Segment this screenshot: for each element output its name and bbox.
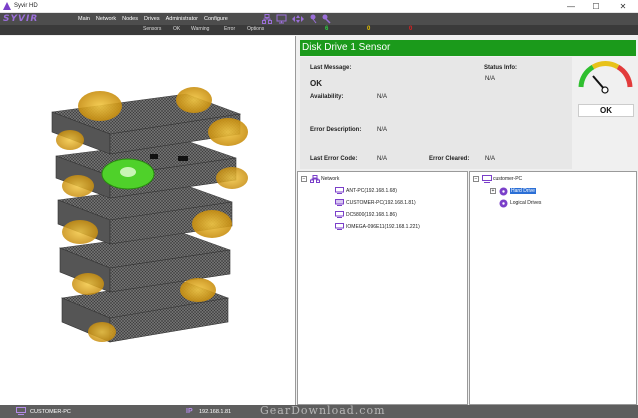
app-logo-icon xyxy=(3,2,11,10)
tree-label-node: CUSTOMER-PC(192.168.1.81) xyxy=(346,199,416,206)
tree-label-hard-drive: Hard Drive xyxy=(510,187,536,194)
tree-label-node: IOMEGA-096E11(192.168.1.221) xyxy=(346,223,420,230)
watermark-text: GearDownload.com xyxy=(260,404,386,417)
tab-sensors[interactable]: Sensors xyxy=(143,26,161,32)
ok-count: 6 xyxy=(325,26,329,32)
availability-value: N/A xyxy=(377,94,388,100)
collapse-toggle[interactable]: − xyxy=(473,175,479,182)
rack-chip xyxy=(178,156,188,161)
tree-item-logical-drives[interactable]: Logical Drives xyxy=(499,199,542,208)
warning-count: 0 xyxy=(367,26,371,32)
selected-drive-highlight[interactable] xyxy=(101,158,155,190)
title-bar: Syvir HD — ☐ ✕ xyxy=(0,0,638,13)
network-tool-icon[interactable] xyxy=(262,14,272,24)
tree-item-hard-drive[interactable]: + Hard Drive xyxy=(490,187,536,196)
network-tree-panel: − Network ANT-PC(192.168.1.68) CUSTOMER-… xyxy=(297,171,468,405)
computer-icon xyxy=(482,175,492,183)
sensor-title: Disk Drive 1 Sensor xyxy=(300,40,636,56)
sensor-filter-bar: Sensors OK Warning Error Options 6 0 0 xyxy=(0,25,638,35)
error-cleared-label: Error Cleared: xyxy=(429,156,470,162)
menu-drives[interactable]: Drives xyxy=(144,16,160,22)
computer-icon xyxy=(335,187,344,194)
error-count: 0 xyxy=(409,26,413,32)
gauge-status-label: OK xyxy=(578,104,634,117)
window-title: Syvir HD xyxy=(14,3,38,9)
tree-label-computer: customer-PC xyxy=(493,175,523,182)
last-message-value: OK xyxy=(310,79,322,88)
status-computer-name: CUSTOMER-PC xyxy=(30,408,71,415)
status-gauge xyxy=(578,61,633,94)
server-rack-3d-view[interactable] xyxy=(0,36,296,405)
brand-logo-text: SYVIR xyxy=(3,14,39,24)
tab-error[interactable]: Error xyxy=(224,26,235,32)
server-rack-illustration xyxy=(51,87,248,343)
minimize-button[interactable]: — xyxy=(560,0,582,12)
menu-administrator[interactable]: Administrator xyxy=(166,16,198,22)
last-error-code-label: Last Error Code: xyxy=(310,156,358,162)
menu-configure[interactable]: Configure xyxy=(204,16,228,22)
tree-label-node: DC5800(192.168.1.86) xyxy=(346,211,397,218)
status-info-label: Status Info: xyxy=(484,65,517,71)
rack-chip xyxy=(150,154,158,159)
tree-node-iomega[interactable]: IOMEGA-096E11(192.168.1.221) xyxy=(335,223,420,230)
ip-label-icon: IP xyxy=(186,408,193,415)
tree-label-network: Network xyxy=(321,175,340,182)
expand-toggle[interactable]: + xyxy=(490,187,496,194)
toolbar-icons xyxy=(262,13,331,25)
brand-logo: SYVIR xyxy=(0,13,62,25)
network-icon xyxy=(310,175,320,183)
wrench-tool-icon[interactable] xyxy=(322,14,331,24)
tree-node-customer-pc[interactable]: CUSTOMER-PC(192.168.1.81) xyxy=(335,199,416,206)
collapse-toggle[interactable]: − xyxy=(301,175,307,182)
tree-row-customer-pc[interactable]: − customer-PC xyxy=(473,175,523,183)
error-description-value: N/A xyxy=(377,127,388,133)
tab-options[interactable]: Options xyxy=(247,26,264,32)
computer-status-icon xyxy=(16,406,26,417)
status-info-value: N/A xyxy=(485,76,496,82)
error-description-label: Error Description: xyxy=(310,127,362,133)
availability-label: Availability: xyxy=(310,94,344,100)
maximize-button[interactable]: ☐ xyxy=(585,0,607,12)
computer-tool-icon[interactable] xyxy=(276,14,287,24)
logical-drive-icon xyxy=(499,199,508,208)
last-error-code-value: N/A xyxy=(377,156,388,162)
computer-icon xyxy=(335,199,344,206)
menu-network[interactable]: Network xyxy=(96,16,116,22)
drive-tree-panel: − customer-PC + Hard Drive Logical Drive… xyxy=(469,171,637,405)
pin-tool-icon[interactable] xyxy=(309,14,318,24)
hard-drive-icon xyxy=(499,187,508,196)
sensor-detail-panel: Last Message: OK Status Info: N/A Availa… xyxy=(300,57,572,169)
tree-row-network[interactable]: − Network xyxy=(301,175,340,183)
last-message-label: Last Message: xyxy=(310,65,352,71)
error-cleared-value: N/A xyxy=(485,156,496,162)
tree-node-ant-pc[interactable]: ANT-PC(192.168.1.68) xyxy=(335,187,397,194)
menu-nodes[interactable]: Nodes xyxy=(122,16,138,22)
status-ip-address: 192.168.1.81 xyxy=(199,408,232,415)
tab-warning[interactable]: Warning xyxy=(191,26,209,32)
arrows-tool-icon[interactable] xyxy=(291,14,305,24)
menu-main[interactable]: Main xyxy=(78,16,90,22)
tab-ok[interactable]: OK xyxy=(173,26,180,32)
tree-node-dc5800[interactable]: DC5800(192.168.1.86) xyxy=(335,211,397,218)
computer-icon xyxy=(335,211,344,218)
menu-bar: SYVIR Main Network Nodes Drives Administ… xyxy=(0,13,638,25)
computer-icon xyxy=(335,223,344,230)
tree-label-logical-drives: Logical Drives xyxy=(510,199,542,206)
tree-label-node: ANT-PC(192.168.1.68) xyxy=(346,187,397,194)
close-button[interactable]: ✕ xyxy=(612,0,634,12)
